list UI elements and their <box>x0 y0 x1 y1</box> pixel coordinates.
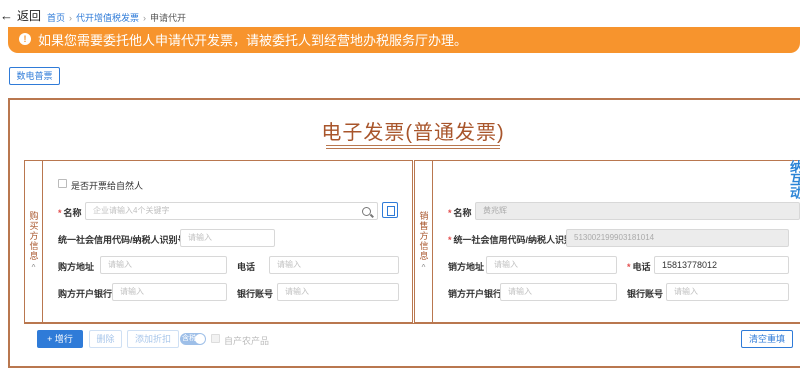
buyer-phone-input[interactable]: 请输入 <box>269 256 399 274</box>
seller-credit-code-label-text: 统一社会信用代码/纳税人识别号 <box>453 235 583 245</box>
natural-person-checkbox[interactable] <box>58 179 67 188</box>
notice-text: 如果您需要委托他人申请代开发票，请被委托人到经营地办税服务厅办理。 <box>38 33 468 48</box>
buyer-credit-code-input[interactable]: 请输入 <box>180 229 275 247</box>
seller-phone-label-text: 电话 <box>632 262 651 272</box>
buyer-name-label: * 名称 <box>58 206 82 219</box>
delete-row-button[interactable]: 删除 <box>89 330 122 348</box>
buyer-address-book-button[interactable] <box>382 202 398 218</box>
breadcrumb: 首页 › 代开增值税发票 › 申请代开 <box>47 11 186 24</box>
required-marker: * <box>58 208 62 218</box>
buyer-address-label: 购方地址 <box>58 262 95 272</box>
plus-icon: + <box>47 334 55 344</box>
collapse-chevron-icon: ^ <box>421 263 426 272</box>
back-arrow-icon: ← <box>0 8 13 23</box>
buyer-credit-code-label: 统一社会信用代码/纳税人识别号 <box>58 235 187 245</box>
top-bar: ← 返回 首页 › 代开增值税发票 › 申请代开 <box>0 0 800 30</box>
notice-banner: ! 如果您需要委托他人申请代开发票，请被委托人到经营地办税服务厅办理。 <box>8 27 800 53</box>
buyer-name-label-text: 名称 <box>63 208 82 218</box>
required-marker: * <box>448 208 452 218</box>
back-label: 返回 <box>17 9 42 23</box>
title-underline <box>326 148 500 149</box>
seller-name-input: 黄兆辉 <box>475 202 800 220</box>
back-button[interactable]: ← 返回 <box>0 7 41 24</box>
buyer-name-input[interactable]: 企业请输入4个关键字 <box>85 202 378 220</box>
breadcrumb-home[interactable]: 首页 <box>47 13 65 23</box>
buyer-section-label[interactable]: 购买方信息 ^ <box>25 161 43 322</box>
required-marker: * <box>627 262 631 272</box>
collapse-chevron-icon: ^ <box>31 263 36 272</box>
breadcrumb-current: 申请代开 <box>150 13 187 23</box>
seller-bank-label: 销方开户银行 <box>448 289 503 299</box>
buyer-phone-label: 电话 <box>237 262 256 272</box>
seller-section-text: 销售方信息 <box>418 211 429 261</box>
seller-address-label: 销方地址 <box>448 262 485 272</box>
buyer-account-input[interactable]: 请输入 <box>277 283 399 301</box>
seller-account-input[interactable]: 请输入 <box>666 283 789 301</box>
agri-product-checkbox[interactable] <box>211 334 220 343</box>
invoice-type-button[interactable]: 数电普票 <box>9 67 60 85</box>
seller-credit-code-label: * 统一社会信用代码/纳税人识别号 <box>448 233 582 246</box>
buyer-section-text: 购买方信息 <box>28 211 39 261</box>
tax-inclusive-toggle[interactable]: 含税 <box>180 333 206 345</box>
add-row-button[interactable]: + 增行 <box>37 330 83 348</box>
title-underline <box>326 145 500 146</box>
toggle-knob <box>195 334 205 344</box>
buyer-bank-label: 购方开户银行 <box>58 289 113 299</box>
seller-section-label[interactable]: 销售方信息 ^ <box>415 161 433 322</box>
breadcrumb-vat-invoice[interactable]: 代开增值税发票 <box>76 13 139 23</box>
search-icon[interactable] <box>362 207 371 216</box>
seller-phone-label: * 电话 <box>627 260 651 273</box>
seller-name-label: * 名称 <box>448 206 472 219</box>
buyer-bank-input[interactable]: 请输入 <box>112 283 227 301</box>
natural-person-label: 是否开票给自然人 <box>71 181 144 191</box>
seller-address-input[interactable]: 请输入 <box>486 256 617 274</box>
clear-form-button[interactable]: 清空重填 <box>741 330 793 348</box>
breadcrumb-separator: › <box>69 13 73 23</box>
seller-bank-input[interactable]: 请输入 <box>500 283 617 301</box>
buyer-account-label: 银行账号 <box>237 289 274 299</box>
add-row-label: 增行 <box>54 334 73 344</box>
interaction-widget[interactable]: 纳互动 <box>780 160 800 215</box>
required-marker: * <box>448 235 452 245</box>
tax-inclusive-label: 含税 <box>182 335 196 342</box>
seller-phone-input[interactable]: 15813778012 <box>654 256 789 274</box>
add-discount-button[interactable]: 添加折扣 <box>127 330 179 348</box>
info-icon: ! <box>19 33 31 45</box>
seller-name-label-text: 名称 <box>453 208 472 218</box>
buyer-address-input[interactable]: 请输入 <box>100 256 227 274</box>
seller-account-label: 银行账号 <box>627 289 664 299</box>
invoice-title: 电子发票(普通发票) <box>321 122 505 144</box>
buyer-name-placeholder: 企业请输入4个关键字 <box>93 206 170 215</box>
agri-product-label: 自产农产品 <box>224 336 270 346</box>
interaction-widget-text: 纳互动 <box>788 160 800 199</box>
breadcrumb-separator: › <box>143 13 147 23</box>
seller-credit-code-input: 513002199903181014 <box>566 229 789 247</box>
